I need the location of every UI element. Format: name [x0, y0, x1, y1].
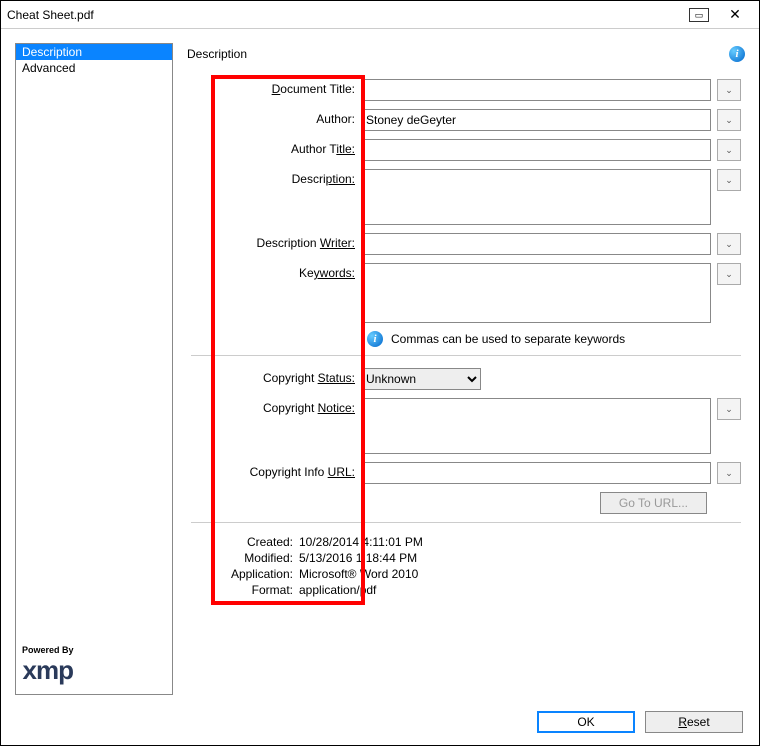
dialog-window: Cheat Sheet.pdf ▭ ✕ Description Advanced… — [0, 0, 760, 746]
document-title-input[interactable] — [361, 79, 711, 101]
application-value: Microsoft® Word 2010 — [299, 567, 418, 581]
description-label: Description: — [191, 169, 361, 225]
copyright-url-label: Copyright Info URL: — [191, 462, 361, 484]
sidebar-item-advanced[interactable]: Advanced — [16, 60, 172, 76]
application-label: Application: — [191, 567, 299, 581]
keywords-input[interactable] — [361, 263, 711, 323]
author-title-label: Author Title: — [191, 139, 361, 161]
info-icon[interactable]: i — [729, 46, 745, 62]
chevron-down-icon: ⌄ — [725, 175, 733, 186]
description-writer-label: Description Writer: — [191, 233, 361, 255]
titlebar-menu-button[interactable]: ▭ — [681, 4, 717, 26]
description-writer-input[interactable] — [361, 233, 711, 255]
format-label: Format: — [191, 583, 299, 597]
modified-label: Modified: — [191, 551, 299, 565]
chevron-down-icon: ⌄ — [725, 85, 733, 96]
dialog-footer: OK Reset — [1, 705, 759, 745]
chevron-down-icon: ⌄ — [725, 468, 733, 479]
description-writer-dropdown[interactable]: ⌄ — [717, 233, 741, 255]
copyright-url-input[interactable] — [361, 462, 711, 484]
reset-button[interactable]: Reset — [645, 711, 743, 733]
created-value: 10/28/2014 4:11:01 PM — [299, 535, 423, 549]
copyright-status-select[interactable]: Unknown — [361, 368, 481, 390]
powered-by-text: Powered By — [22, 645, 74, 655]
chevron-down-icon: ⌄ — [725, 145, 733, 156]
copyright-status-label: Copyright Status: — [191, 368, 361, 390]
title-bar: Cheat Sheet.pdf ▭ ✕ — [1, 1, 759, 29]
dialog-content: Description Advanced Description i Docum… — [1, 29, 759, 705]
author-title-input[interactable] — [361, 139, 711, 161]
document-title-label: Document Title: — [191, 79, 361, 101]
separator — [191, 355, 741, 356]
description-input[interactable] — [361, 169, 711, 225]
window-title: Cheat Sheet.pdf — [7, 8, 681, 22]
xmp-logo: Powered By xmp — [22, 645, 74, 686]
separator — [191, 522, 741, 523]
document-title-dropdown[interactable]: ⌄ — [717, 79, 741, 101]
copyright-url-dropdown[interactable]: ⌄ — [717, 462, 741, 484]
panel-title: Description — [187, 47, 729, 61]
close-icon: ✕ — [729, 6, 741, 23]
description-dropdown[interactable]: ⌄ — [717, 169, 741, 191]
ok-button[interactable]: OK — [537, 711, 635, 733]
xmp-text: xmp — [22, 655, 74, 686]
keywords-label: Keywords: — [191, 263, 361, 323]
keywords-dropdown[interactable]: ⌄ — [717, 263, 741, 285]
form: Document Title: ⌄ Author: ⌄ Author Title… — [187, 65, 745, 599]
main-panel: Description i Document Title: ⌄ Author: … — [187, 43, 745, 695]
metadata-block: Created:10/28/2014 4:11:01 PM Modified:5… — [191, 535, 741, 597]
sidebar-item-description[interactable]: Description — [16, 44, 172, 60]
modified-value: 5/13/2016 1:18:44 PM — [299, 551, 417, 565]
sidebar: Description Advanced — [15, 43, 173, 695]
close-button[interactable]: ✕ — [717, 4, 753, 26]
info-icon: i — [367, 331, 383, 347]
format-value: application/pdf — [299, 583, 376, 597]
sidebar-item-label: Description — [22, 45, 82, 59]
sidebar-item-label: Advanced — [22, 61, 75, 75]
chevron-down-icon: ⌄ — [725, 115, 733, 126]
chevron-down-icon: ⌄ — [725, 404, 733, 415]
go-to-url-button[interactable]: Go To URL... — [600, 492, 707, 514]
created-label: Created: — [191, 535, 299, 549]
keywords-hint: i Commas can be used to separate keyword… — [367, 331, 741, 347]
author-label: Author: — [191, 109, 361, 131]
copyright-notice-input[interactable] — [361, 398, 711, 454]
author-title-dropdown[interactable]: ⌄ — [717, 139, 741, 161]
menu-icon: ▭ — [689, 8, 710, 22]
author-input[interactable] — [361, 109, 711, 131]
copyright-notice-label: Copyright Notice: — [191, 398, 361, 454]
panel-header: Description i — [187, 43, 745, 65]
copyright-notice-dropdown[interactable]: ⌄ — [717, 398, 741, 420]
author-dropdown[interactable]: ⌄ — [717, 109, 741, 131]
chevron-down-icon: ⌄ — [725, 269, 733, 280]
hint-text: Commas can be used to separate keywords — [391, 332, 625, 346]
chevron-down-icon: ⌄ — [725, 239, 733, 250]
